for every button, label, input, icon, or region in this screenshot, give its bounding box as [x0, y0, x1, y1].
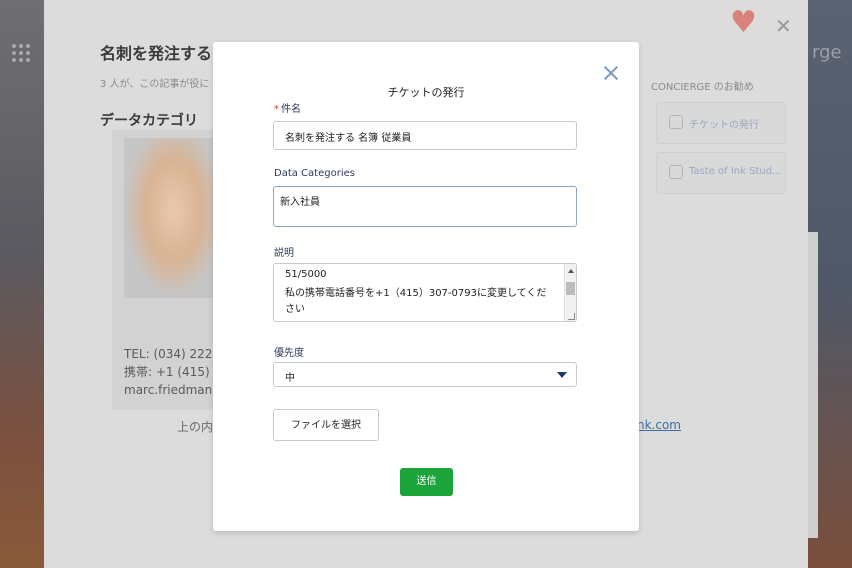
background-left-image — [0, 0, 44, 568]
submit-button[interactable]: 送信 — [400, 468, 453, 496]
background-side-panel — [808, 232, 818, 538]
choose-file-button[interactable]: ファイルを選択 — [273, 409, 379, 441]
concierge-item-label: チケットの発行 — [689, 120, 759, 131]
required-marker: * — [274, 104, 279, 115]
category-heading: データカテゴリ — [100, 113, 198, 129]
modal-title: チケットの発行 — [387, 86, 465, 99]
close-icon[interactable] — [602, 64, 620, 82]
priority-label: 優先度 — [274, 348, 304, 359]
footer-text: 上の内 — [177, 420, 214, 434]
resize-handle-icon[interactable] — [568, 313, 575, 320]
helpful-count-text: 3 人が、この記事が役に — [100, 79, 210, 90]
heart-icon: ♥ — [730, 5, 757, 40]
footer-link: nk.com — [637, 418, 681, 432]
chevron-down-icon — [557, 372, 567, 378]
concierge-item-article: Taste of Ink Stud... — [656, 152, 786, 194]
description-label: 説明 — [274, 248, 294, 259]
tag-icon — [669, 115, 683, 129]
article-title: 名刺を発注する — [100, 44, 213, 63]
concierge-item-label: Taste of Ink Stud... — [689, 166, 782, 177]
data-categories-label: Data Categories — [274, 168, 355, 179]
app-launcher-icon — [12, 44, 30, 62]
create-ticket-modal: チケットの発行 * 件名 名刺を発注する 名簿 従業員 Data Categori… — [213, 42, 639, 531]
link-icon — [669, 165, 683, 179]
data-categories-value: 新入社員 — [280, 197, 320, 208]
subject-input[interactable]: 名刺を発注する 名簿 従業員 — [273, 121, 577, 150]
concierge-heading: CONCIERGE のお勧め — [651, 82, 754, 93]
priority-value: 中 — [285, 373, 295, 384]
data-categories-input[interactable]: 新入社員 — [273, 186, 577, 227]
priority-select[interactable]: 中 — [273, 362, 577, 387]
brand-text: rge — [812, 42, 842, 63]
description-counter: 51/5000 — [285, 269, 327, 280]
description-line-2: さい — [285, 304, 305, 315]
description-line-1: 私の携帯電話番号を+1（415）307-0793に変更してくだ — [285, 288, 547, 299]
scroll-up-icon[interactable] — [568, 269, 574, 273]
subject-value: 名刺を発注する 名簿 従業員 — [285, 133, 412, 144]
scroll-thumb[interactable] — [566, 282, 575, 295]
description-textarea[interactable]: 51/5000 私の携帯電話番号を+1（415）307-0793に変更してくだ … — [273, 263, 577, 322]
background-close-icon: ✕ — [775, 14, 792, 38]
profile-photo — [124, 138, 214, 298]
concierge-item-ticket: チケットの発行 — [656, 102, 786, 144]
subject-label: * 件名 — [274, 104, 301, 115]
